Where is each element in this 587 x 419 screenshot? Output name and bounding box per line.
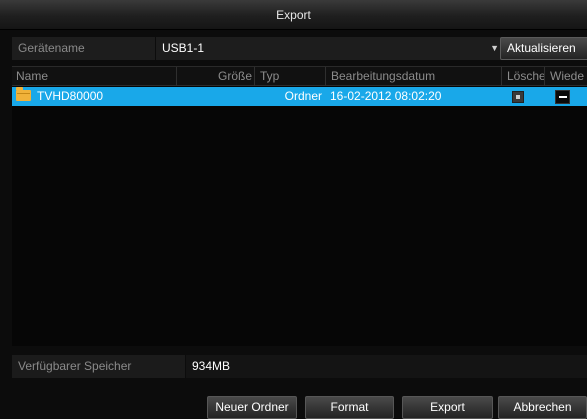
column-header-name[interactable]: Name xyxy=(12,67,177,86)
device-row: Gerätename USB1-1 ▼ Aktualisieren xyxy=(12,37,587,60)
file-date-cell: 16-02-2012 08:02:20 xyxy=(330,89,442,103)
file-name: TVHD80000 xyxy=(37,89,104,103)
refresh-button[interactable]: Aktualisieren xyxy=(500,37,587,60)
export-button[interactable]: Export xyxy=(402,396,493,419)
file-name-cell: TVHD80000 xyxy=(16,87,176,106)
dialog-footer: Neuer Ordner Format Export Abbrechen xyxy=(0,396,587,419)
available-storage-value: 934MB xyxy=(186,355,587,378)
device-name-label: Gerätename xyxy=(12,37,155,60)
available-storage-label: Verfügbarer Speicher xyxy=(12,355,185,378)
table-header: Name Größe Typ Bearbeitungsdatum Lösche … xyxy=(12,67,587,86)
storage-row: Verfügbarer Speicher 934MB xyxy=(12,355,587,378)
dialog-title: Export xyxy=(0,0,587,30)
export-dialog: Export Gerätename USB1-1 ▼ Aktualisieren… xyxy=(0,0,587,419)
column-header-delete: Lösche xyxy=(503,67,545,86)
device-select[interactable]: USB1-1 ▼ xyxy=(156,37,506,60)
file-type-cell: Ordner xyxy=(284,89,322,103)
device-select-value: USB1-1 xyxy=(162,41,205,55)
delete-icon[interactable] xyxy=(512,91,524,103)
column-header-date[interactable]: Bearbeitungsdatum xyxy=(327,67,502,86)
column-header-play: Wiede xyxy=(550,69,585,83)
folder-icon xyxy=(16,87,31,101)
column-header-size[interactable]: Größe xyxy=(178,67,255,86)
format-button[interactable]: Format xyxy=(305,396,394,419)
table-row[interactable]: TVHD80000 Ordner 16-02-2012 08:02:20 xyxy=(12,87,587,106)
play-icon[interactable] xyxy=(555,90,570,104)
new-folder-button[interactable]: Neuer Ordner xyxy=(207,396,297,419)
cancel-button[interactable]: Abbrechen xyxy=(498,396,587,419)
chevron-down-icon: ▼ xyxy=(490,43,499,53)
file-table: Name Größe Typ Bearbeitungsdatum Lösche … xyxy=(12,66,587,346)
column-header-type[interactable]: Typ xyxy=(256,67,326,86)
